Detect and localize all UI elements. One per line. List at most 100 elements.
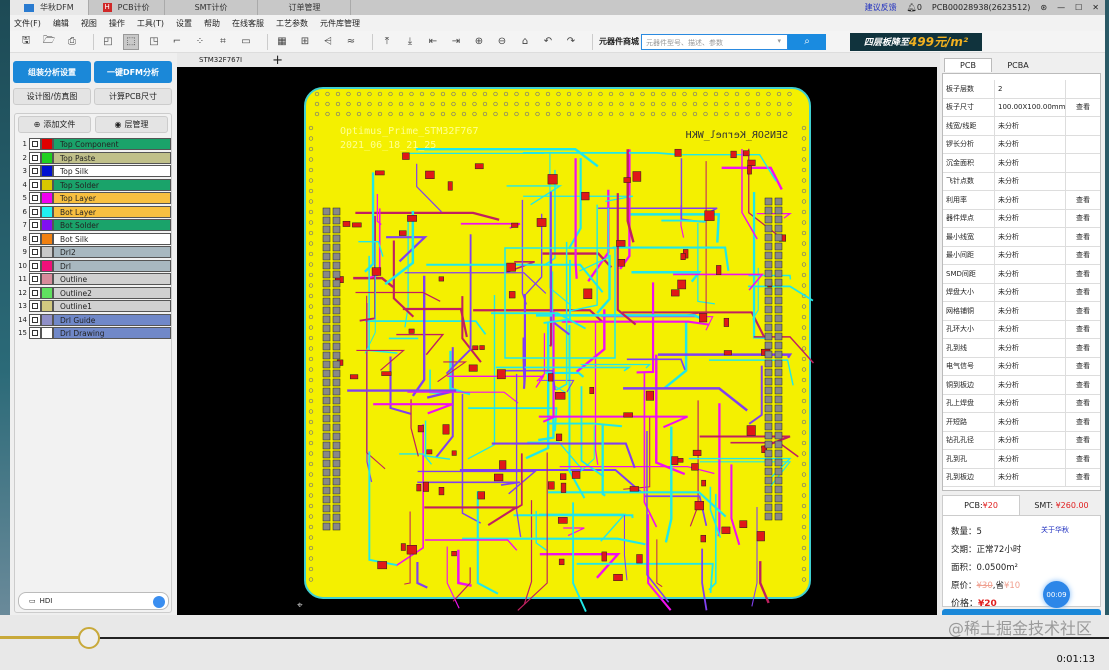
view-link[interactable]: 查看 (1066, 417, 1100, 427)
one-click-dfm-button[interactable]: 一键DFM分析 (94, 61, 172, 83)
layer-checkbox[interactable] (29, 165, 41, 177)
layer-color-swatch[interactable] (41, 219, 53, 231)
view-link[interactable]: 查看 (1066, 398, 1100, 408)
layer-color-swatch[interactable] (41, 313, 53, 326)
layer-row[interactable]: 8 Bot Silk (15, 232, 171, 245)
layer-color-swatch[interactable] (41, 300, 53, 312)
minimize-button[interactable]: — (1057, 3, 1065, 12)
right-align-icon[interactable]: ⇥ (448, 34, 464, 50)
layer-color-swatch[interactable] (41, 138, 53, 150)
layer-checkbox[interactable] (29, 138, 41, 150)
layer-checkbox[interactable] (29, 313, 41, 326)
bell-icon[interactable]: 🔔︎0 (907, 3, 922, 12)
layer-row[interactable]: 15 Drl Drawing (15, 327, 171, 339)
menu-item[interactable]: 在线客服 (232, 18, 264, 29)
menu-item[interactable]: 帮助 (204, 18, 220, 29)
layer-color-swatch[interactable] (41, 232, 53, 245)
layer-row[interactable]: 4 Top Solder (15, 178, 171, 191)
layer-row[interactable]: 14 Drl Guide (15, 313, 171, 326)
layer-row[interactable]: 7 Bot Solder (15, 219, 171, 231)
view-link[interactable]: 查看 (1066, 269, 1100, 279)
align-icon[interactable]: ⊞ (297, 34, 313, 50)
layer-checkbox[interactable] (29, 246, 41, 258)
tab-smt-price[interactable]: SMT: ¥260.00 (1022, 495, 1101, 515)
nodes-icon[interactable]: ⁘ (192, 34, 208, 50)
view-link[interactable]: 查看 (1066, 380, 1100, 390)
design-view-button[interactable]: 设计图/仿真图 (13, 88, 91, 105)
close-button[interactable]: ✕ (1092, 3, 1099, 12)
pcb-board-render[interactable]: Optimus_Prime_STM32F767 2021_06_18_21_25 S… (177, 67, 937, 615)
layer-checkbox[interactable] (29, 273, 41, 285)
view-link[interactable]: 查看 (1066, 361, 1100, 371)
view-link[interactable]: 查看 (1066, 195, 1100, 205)
top-align-icon[interactable]: ⤒ (379, 34, 395, 50)
measure-icon[interactable]: ⩤ (320, 34, 336, 50)
view-link[interactable]: 查看 (1066, 324, 1100, 334)
left-align-icon[interactable]: ⇤ (425, 34, 441, 50)
dropdown-icon[interactable]: ▾ (777, 37, 781, 45)
layer-checkbox[interactable] (29, 151, 41, 164)
net-icon[interactable]: ⌗ (215, 34, 231, 50)
add-tab-button[interactable]: + (272, 53, 283, 68)
tab-pcba[interactable]: PCBA (994, 58, 1042, 72)
calc-pcb-size-button[interactable]: 计算PCB尺寸 (94, 88, 172, 105)
window-tab-dfm[interactable]: 华秋DFM (10, 0, 89, 15)
maximize-button[interactable]: ☐ (1075, 3, 1082, 12)
layer-color-swatch[interactable] (41, 286, 53, 299)
redo-icon[interactable]: ↷ (563, 34, 579, 50)
view-link[interactable]: 查看 (1066, 232, 1100, 242)
view-link[interactable]: 查看 (1066, 213, 1100, 223)
layer-row[interactable]: 12 Outline2 (15, 286, 171, 299)
view-link[interactable]: 查看 (1066, 102, 1100, 112)
promo-banner[interactable]: 四层板降至 499元/m² (850, 32, 982, 51)
view-link[interactable]: 查看 (1066, 435, 1100, 445)
layer-row[interactable]: 1 Top Component (15, 138, 171, 150)
video-progress-track[interactable] (0, 637, 1109, 639)
window-tab-smt-price[interactable]: SMT计价 (165, 0, 259, 15)
layer-checkbox[interactable] (29, 178, 41, 191)
layer-checkbox[interactable] (29, 259, 41, 272)
view-link[interactable]: 查看 (1066, 250, 1100, 260)
print-icon[interactable]: ⎙ (64, 34, 80, 50)
user-icon[interactable]: ⊛ (1040, 3, 1047, 12)
open-icon[interactable]: 🗁︎ (41, 34, 57, 50)
layer-color-swatch[interactable] (41, 165, 53, 177)
layer-checkbox[interactable] (29, 286, 41, 299)
route-icon[interactable]: ⌐ (169, 34, 185, 50)
hdi-go-button[interactable] (153, 596, 165, 608)
layer-color-swatch[interactable] (41, 192, 53, 204)
zoom-box-icon[interactable]: ◳ (146, 34, 162, 50)
view-link[interactable]: 查看 (1066, 287, 1100, 297)
save-icon[interactable]: 🖫︎ (18, 34, 34, 50)
about-huaqiu-link[interactable]: 关于华秋 (1041, 525, 1069, 535)
layer-color-swatch[interactable] (41, 273, 53, 285)
layer-row[interactable]: 3 Top Silk (15, 165, 171, 177)
layer-row[interactable]: 2 Top Paste (15, 151, 171, 164)
layer-management-button[interactable]: ◉ 层管理 (95, 116, 168, 133)
layer-checkbox[interactable] (29, 300, 41, 312)
line-icon[interactable]: ▭ (238, 34, 254, 50)
zoom-out-icon[interactable]: ⊖ (494, 34, 510, 50)
layer-checkbox[interactable] (29, 232, 41, 245)
menu-item[interactable]: 工艺参数 (276, 18, 308, 29)
window-tab-orders[interactable]: 订单管理 (258, 0, 352, 15)
menu-item[interactable]: 操作 (109, 18, 125, 29)
layer-color-swatch[interactable] (41, 178, 53, 191)
account-id[interactable]: PCB00028938(2623512) (932, 3, 1031, 12)
tab-pcb-price[interactable]: PCB: ¥20 (942, 495, 1020, 515)
home-icon[interactable]: ⌂ (517, 34, 533, 50)
undo-icon[interactable]: ↶ (540, 34, 556, 50)
pcb-canvas[interactable]: Optimus_Prime_STM32F767 2021_06_18_21_25 S… (177, 67, 937, 615)
menu-item[interactable]: 设置 (176, 18, 192, 29)
menu-item[interactable]: 编辑 (53, 18, 69, 29)
layer-color-swatch[interactable] (41, 246, 53, 258)
layer-color-swatch[interactable] (41, 151, 53, 164)
wave-icon[interactable]: ≈ (343, 34, 359, 50)
layer-color-swatch[interactable] (41, 327, 53, 339)
window-tab-pcb-price[interactable]: H PCB计价 (89, 0, 165, 15)
view-link[interactable]: 查看 (1066, 454, 1100, 464)
feedback-link[interactable]: 建议反馈 (865, 2, 897, 13)
hdi-field[interactable]: ▭ HDI (18, 592, 169, 610)
layer-color-swatch[interactable] (41, 259, 53, 272)
grid-icon[interactable]: ▦ (274, 34, 290, 50)
